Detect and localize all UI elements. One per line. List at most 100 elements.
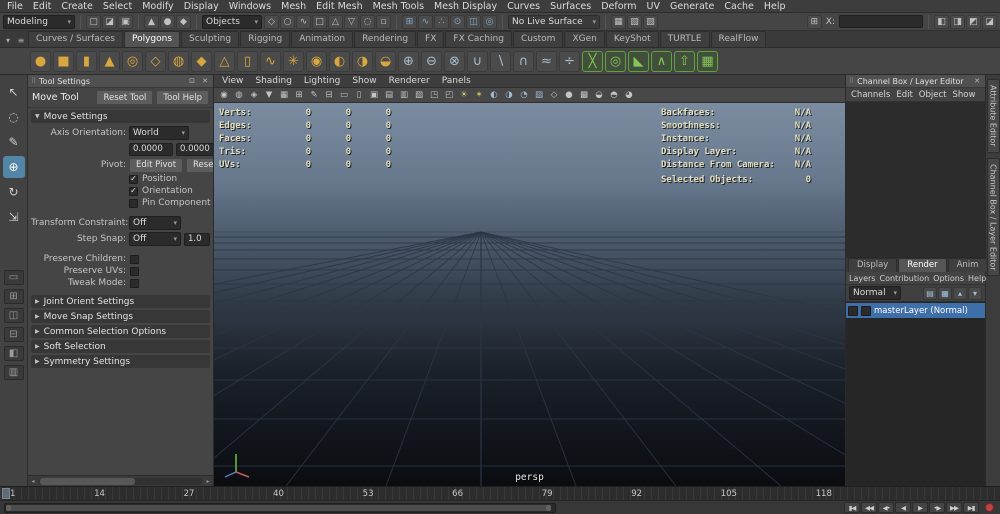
menubar-item[interactable]: Help xyxy=(759,0,791,13)
step-back-frame-button[interactable]: ◀◀ xyxy=(861,502,877,513)
shelf-tab[interactable]: TURTLE xyxy=(660,31,710,47)
select-tool-button[interactable]: ↖ xyxy=(3,81,25,103)
shelf-tab[interactable]: Rendering xyxy=(354,31,416,47)
shelf-tab[interactable]: Curves / Surfaces xyxy=(28,31,123,47)
viewport-menu-item[interactable]: Show xyxy=(346,76,382,86)
layer-editor-menu-item[interactable]: Contribution xyxy=(879,274,929,283)
panel-grip-icon[interactable]: ⠿ xyxy=(849,77,854,85)
reset-tool-button[interactable]: Reset Tool xyxy=(96,90,153,105)
select-camera-icon[interactable]: ◉ xyxy=(217,89,231,102)
channel-box-menu-item[interactable]: Edit xyxy=(894,90,914,100)
poly-cylinder-icon[interactable]: ▮ xyxy=(76,51,97,72)
menubar-item[interactable]: File xyxy=(2,0,28,13)
isolate-select-icon[interactable]: ◕ xyxy=(622,89,636,102)
scroll-right-icon[interactable]: ▸ xyxy=(203,478,213,485)
layer-editor-menu-item[interactable]: Layers xyxy=(849,274,875,283)
side-panel-tab[interactable]: Channel Box / Layer Editor xyxy=(987,158,1000,277)
layout-four-panes-button[interactable]: ⊞ xyxy=(4,289,24,304)
side-panel-tab[interactable]: Attribute Editor xyxy=(987,79,1000,153)
reduce-icon[interactable]: ÷ xyxy=(559,51,580,72)
extrude-icon[interactable]: ⇧ xyxy=(674,51,695,72)
xray-icon[interactable]: ◓ xyxy=(607,89,621,102)
scale-tool-button[interactable]: ⇲ xyxy=(3,206,25,228)
shelf-tab[interactable]: RealFlow xyxy=(711,31,767,47)
checkbox[interactable]: ✓ xyxy=(129,187,138,196)
menubar-item[interactable]: Mesh Display xyxy=(429,0,502,13)
bridge-icon[interactable]: ∧ xyxy=(651,51,672,72)
auto-keyframe-toggle[interactable] xyxy=(985,503,994,512)
checkbox[interactable]: ✓ xyxy=(130,279,139,288)
channel-list-area[interactable] xyxy=(846,102,985,257)
extract-icon[interactable]: ⊗ xyxy=(444,51,465,72)
poly-sphere-icon[interactable]: ● xyxy=(30,51,51,72)
move-layer-up-icon[interactable]: ▴ xyxy=(953,287,967,300)
boolean-union-icon[interactable]: ∪ xyxy=(467,51,488,72)
live-surface-dropdown[interactable]: No Live Surface ▾ xyxy=(508,15,600,29)
menubar-item[interactable]: Display xyxy=(179,0,224,13)
image-plane-icon[interactable]: ▦ xyxy=(277,89,291,102)
frame-selection-icon[interactable]: ◰ xyxy=(442,89,456,102)
menubar-item[interactable]: UV xyxy=(642,0,665,13)
snap-to-view-plane-icon[interactable]: ◫ xyxy=(466,15,481,29)
axis-orientation-dropdown[interactable]: World ▾ xyxy=(129,126,189,140)
preserve-checkbox-row[interactable]: Preserve UVs: ✓ xyxy=(28,265,213,277)
axis-orient-x-field[interactable] xyxy=(129,143,173,156)
step-back-key-button[interactable]: ◀• xyxy=(878,502,894,513)
scroll-left-icon[interactable]: ◂ xyxy=(28,478,38,485)
smooth-shade-icon[interactable]: ● xyxy=(562,89,576,102)
mask-deformations-icon[interactable]: △ xyxy=(328,15,343,29)
multi-cut-icon[interactable]: ╳ xyxy=(582,51,603,72)
input-field-selector-icon[interactable]: ⊞ xyxy=(807,15,822,29)
separate-icon[interactable]: ⊖ xyxy=(421,51,442,72)
menubar-item[interactable]: Deform xyxy=(596,0,641,13)
poly-pipe-icon[interactable]: ▯ xyxy=(237,51,258,72)
poly-super-ellipse-icon[interactable]: ◐ xyxy=(329,51,350,72)
poly-pyramid-icon[interactable]: △ xyxy=(214,51,235,72)
menubar-item[interactable]: Cache xyxy=(719,0,759,13)
paint-select-tool-button[interactable]: ✎ xyxy=(3,131,25,153)
pivot-checkbox-row[interactable]: ✓ Position xyxy=(28,173,213,185)
snap-to-projected-center-icon[interactable]: ⊙ xyxy=(450,15,465,29)
shelf-tab[interactable]: XGen xyxy=(564,31,604,47)
menubar-item[interactable]: Surfaces xyxy=(545,0,596,13)
viewport-menu-item[interactable]: Renderer xyxy=(383,76,436,86)
wireframe-icon[interactable]: ◇ xyxy=(547,89,561,102)
go-to-start-button[interactable]: ▮◀ xyxy=(844,502,860,513)
viewport-menu-item[interactable]: Panels xyxy=(436,76,477,86)
close-panel-icon[interactable]: ✕ xyxy=(972,77,982,85)
collapsed-section-header[interactable]: ▶ Symmetry Settings xyxy=(31,355,210,368)
viewport-menu-item[interactable]: Lighting xyxy=(298,76,346,86)
poly-spherical-harmonics-icon[interactable]: ◑ xyxy=(352,51,373,72)
layout-persp-outliner-button[interactable]: ◧ xyxy=(4,346,24,361)
preserve-checkbox-row[interactable]: Tweak Mode: ✓ xyxy=(28,277,213,289)
tool-help-button[interactable]: Tool Help xyxy=(156,90,209,105)
menubar-item[interactable]: Select xyxy=(98,0,137,13)
poly-soccer-ball-icon[interactable]: ◉ xyxy=(306,51,327,72)
layout-single-pane-button[interactable]: ▭ xyxy=(4,270,24,285)
tool-settings-scrollbar[interactable]: ◂ ▸ xyxy=(28,475,213,486)
mask-dynamics-icon[interactable]: ▽ xyxy=(344,15,359,29)
make-live-icon[interactable]: ◎ xyxy=(482,15,497,29)
collapsed-section-header[interactable]: ▶ Move Snap Settings xyxy=(31,310,210,323)
layer-blend-mode-dropdown[interactable]: Normal ▾ xyxy=(849,286,901,300)
move-settings-section-header[interactable]: ▼ Move Settings xyxy=(31,110,210,123)
shadows-icon[interactable]: ◐ xyxy=(487,89,501,102)
open-scene-icon[interactable]: ◪ xyxy=(102,15,117,29)
checkbox[interactable]: ✓ xyxy=(129,199,138,208)
boolean-intersection-icon[interactable]: ∩ xyxy=(513,51,534,72)
layer-editor-tab[interactable]: Display xyxy=(848,258,897,272)
multisample-icon[interactable]: ▨ xyxy=(532,89,546,102)
select-by-object-icon[interactable]: ● xyxy=(160,15,175,29)
snap-to-curve-icon[interactable]: ∿ xyxy=(418,15,433,29)
poly-disc-icon[interactable]: ◍ xyxy=(168,51,189,72)
range-end-handle[interactable] xyxy=(546,505,551,511)
resolution-gate-icon[interactable]: ▯ xyxy=(352,89,366,102)
step-snap-dropdown[interactable]: Off ▾ xyxy=(129,232,181,246)
gate-mask-icon[interactable]: ▣ xyxy=(367,89,381,102)
shelf-menu-icon[interactable]: ≡ xyxy=(15,34,27,47)
render-settings-icon[interactable]: ▨ xyxy=(643,15,658,29)
float-panel-icon[interactable]: ⊡ xyxy=(187,77,197,85)
viewport-menu-item[interactable]: Shading xyxy=(249,76,298,86)
channel-box-menu-item[interactable]: Channels xyxy=(849,90,892,100)
create-layer-from-selected-icon[interactable]: ▦ xyxy=(938,287,952,300)
